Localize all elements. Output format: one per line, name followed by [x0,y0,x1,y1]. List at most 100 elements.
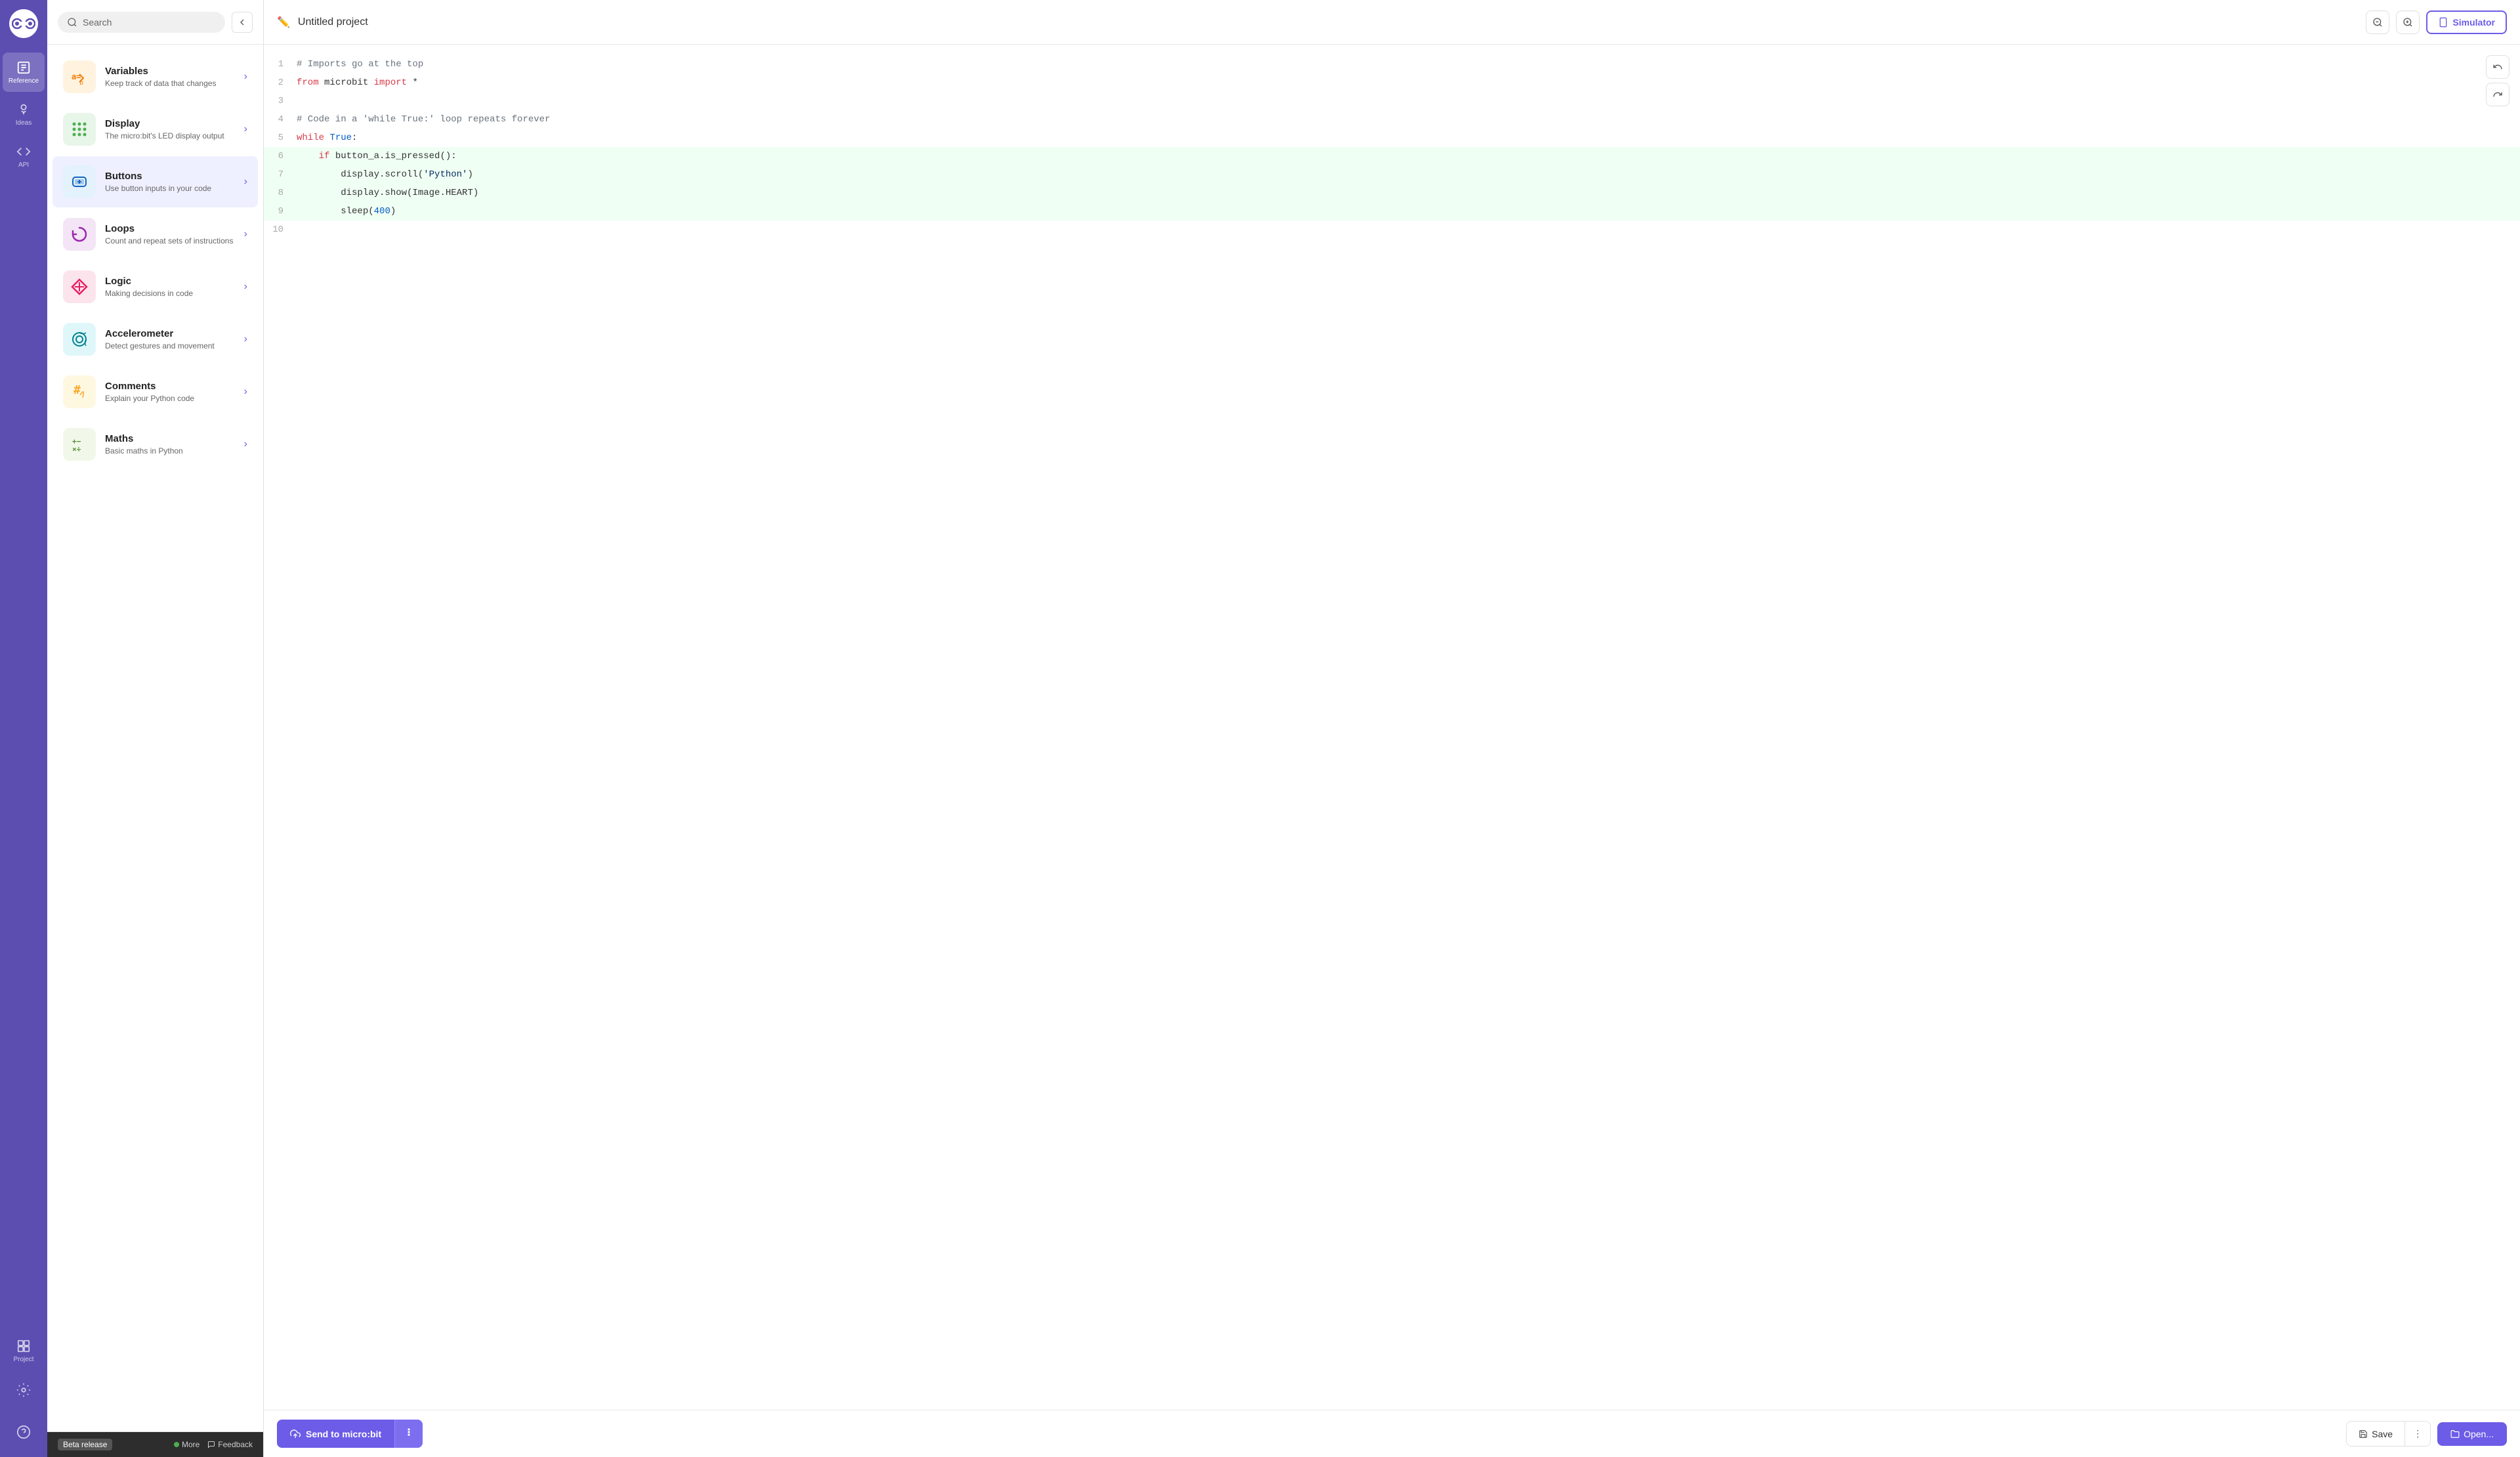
sidebar-item-reference[interactable]: Reference [3,53,45,92]
comments-arrow: › [244,386,247,398]
editor-controls [2486,55,2510,106]
line-num-10: 10 [264,221,297,238]
open-button[interactable]: Open... [2437,1422,2507,1446]
help-button[interactable] [3,1412,45,1452]
sidebar-bottom: Beta release More Feedback [47,1431,263,1457]
variables-arrow: › [244,71,247,83]
code-editor[interactable]: 1 # Imports go at the top 2 from microbi… [264,45,2520,1410]
line-content-8: display.show(Image.HEART) [297,184,478,201]
api-label: API [18,161,29,169]
feedback-icon [207,1441,215,1448]
sidebar-item-loops[interactable]: Loops Count and repeat sets of instructi… [52,209,258,260]
line-content-10 [297,221,302,238]
code-line-7: 7 display.scroll('Python') [264,165,2520,184]
accelerometer-title: Accelerometer [105,328,244,339]
loops-icon [63,218,96,251]
line-num-7: 7 [264,166,297,183]
line-content-4: # Code in a 'while True:' loop repeats f… [297,111,550,128]
collapse-button[interactable] [232,12,253,33]
buttons-arrow: › [244,176,247,188]
maths-text: Maths Basic maths in Python [105,433,244,455]
sidebar-item-comments[interactable]: # Comments Explain your Python code › [52,366,258,417]
undo-button[interactable] [2486,55,2510,79]
code-line-5: 5 while True: [264,129,2520,147]
search-box[interactable]: Search [58,12,225,33]
line-content-6: if button_a.is_pressed(): [297,148,457,165]
nav-items: Reference Ideas API Proj [3,47,45,1370]
footer-right: Save ⋮ Open... [2346,1421,2507,1446]
save-button-group: Save ⋮ [2346,1421,2431,1446]
feedback-link[interactable]: Feedback [207,1440,253,1449]
sidebar-item-project[interactable]: Project [3,1331,45,1370]
sidebar-item-logic[interactable]: Logic Making decisions in code › [52,261,258,312]
line-content-5: while True: [297,129,357,146]
maths-title: Maths [105,433,244,444]
buttons-text: Buttons Use button inputs in your code [105,171,244,193]
logo-shape [9,9,38,38]
code-line-2: 2 from microbit import * [264,74,2520,92]
logic-text: Logic Making decisions in code [105,276,244,298]
zoom-in-icon [2403,17,2413,28]
line-content-3 [297,93,302,110]
sidebar-item-variables[interactable]: a= b Variables Keep track of data that c… [52,51,258,102]
search-icon [67,17,77,28]
accelerometer-arrow: › [244,333,247,345]
line-num-9: 9 [264,203,297,220]
line-num-6: 6 [264,148,297,165]
open-icon [2450,1429,2460,1439]
send-more-icon [404,1427,413,1437]
send-button-group: Send to micro:bit [277,1420,423,1448]
save-more-button[interactable]: ⋮ [2404,1422,2430,1446]
zoom-in-button[interactable] [2396,11,2420,34]
reference-label: Reference [9,77,39,85]
accelerometer-text: Accelerometer Detect gestures and moveme… [105,328,244,350]
logo[interactable] [0,0,47,47]
buttons-desc: Use button inputs in your code [105,184,244,193]
settings-button[interactable] [3,1370,45,1410]
save-button[interactable]: Save [2347,1422,2404,1446]
main-area: ✏️ Untitled project [264,0,2520,1457]
more-link[interactable]: More [174,1440,200,1449]
project-label: Project [13,1356,33,1363]
zoom-out-icon [2372,17,2383,28]
comments-title: Comments [105,381,244,392]
sidebar-header: Search [47,0,263,45]
maths-icon: +− ×÷ [63,428,96,461]
loops-desc: Count and repeat sets of instructions [105,236,244,245]
ideas-label: Ideas [16,119,32,127]
line-num-2: 2 [264,74,297,91]
comments-icon: # [63,375,96,408]
save-icon [2359,1429,2368,1439]
sidebar-item-ideas[interactable]: Ideas [3,95,45,134]
logic-arrow: › [244,281,247,293]
zoom-out-button[interactable] [2366,11,2389,34]
variables-desc: Keep track of data that changes [105,79,244,88]
send-button[interactable]: Send to micro:bit [277,1420,394,1448]
sidebar-item-buttons[interactable]: Buttons Use button inputs in your code › [52,156,258,207]
nav-bottom [3,1370,45,1457]
redo-button[interactable] [2486,83,2510,106]
collapse-icon [237,17,247,28]
project-title[interactable]: Untitled project [298,16,368,28]
simulator-button[interactable]: Simulator [2426,11,2507,34]
display-title: Display [105,118,244,129]
line-num-5: 5 [264,129,297,146]
code-line-4: 4 # Code in a 'while True:' loop repeats… [264,110,2520,129]
sidebar-item-api[interactable]: API [3,137,45,176]
buttons-icon [63,165,96,198]
sidebar-item-accelerometer[interactable]: Accelerometer Detect gestures and moveme… [52,314,258,365]
sidebar-item-display[interactable]: Display The micro:bit's LED display outp… [52,104,258,155]
open-label: Open... [2464,1429,2494,1439]
send-more-button[interactable] [394,1420,423,1448]
logic-desc: Making decisions in code [105,289,244,298]
variables-text: Variables Keep track of data that change… [105,66,244,88]
save-label: Save [2372,1429,2393,1439]
status-dot [174,1442,179,1447]
line-num-4: 4 [264,111,297,128]
sidebar-item-maths[interactable]: +− ×÷ Maths Basic maths in Python › [52,419,258,470]
bottom-links: More Feedback [174,1440,253,1449]
variables-title: Variables [105,66,244,77]
code-line-3: 3 [264,92,2520,110]
simulator-icon [2438,17,2448,28]
line-content-1: # Imports go at the top [297,56,423,73]
